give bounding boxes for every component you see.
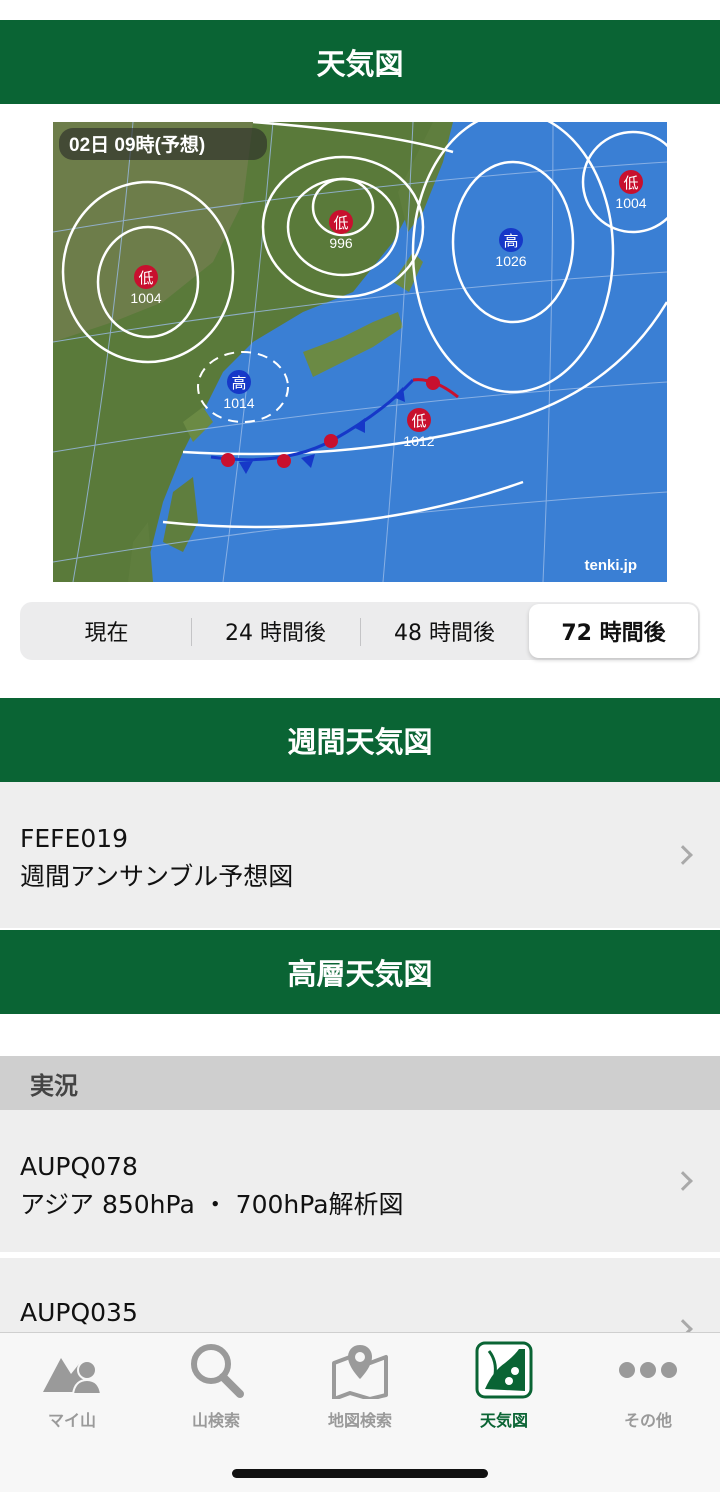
- map-watermark: tenki.jp: [584, 557, 637, 574]
- upper-air-section-header: 高層天気図: [0, 930, 720, 1014]
- segment-72h[interactable]: 72 時間後: [529, 604, 698, 658]
- pressure-kind: 高: [503, 233, 518, 250]
- map-pin-icon: [329, 1339, 391, 1401]
- section-label-observed: 実況: [0, 1056, 720, 1110]
- pressure-value: 1026: [495, 253, 526, 269]
- segment-24h[interactable]: 24 時間後: [191, 604, 360, 658]
- tab-label: 山検索: [191, 1411, 240, 1430]
- tab-my-mountain[interactable]: マイ山: [0, 1333, 144, 1433]
- pressure-value: 1012: [403, 433, 434, 449]
- weekly-section-header: 週間天気図: [0, 698, 720, 782]
- segment-now[interactable]: 現在: [22, 604, 191, 658]
- weather-map[interactable]: 低 996 低 1004 低 1004 高 1026 高 1014 低 1012…: [53, 122, 667, 582]
- page-title: 天気図: [0, 20, 720, 104]
- tab-bar: マイ山 山検索 地図検索 天気図 その他: [0, 1332, 720, 1492]
- item-code: AUPQ078: [20, 1152, 138, 1181]
- pressure-value: 1004: [615, 195, 646, 211]
- segment-48h[interactable]: 48 時間後: [360, 604, 529, 658]
- tab-weather-map[interactable]: 天気図: [432, 1333, 576, 1433]
- pressure-kind: 低: [623, 175, 638, 192]
- tab-mountain-search[interactable]: 山検索: [144, 1333, 288, 1433]
- pressure-kind: 低: [138, 270, 153, 287]
- tab-label: 天気図: [479, 1411, 528, 1430]
- list-item-aupq035[interactable]: AUPQ035: [0, 1258, 720, 1338]
- pressure-kind: 低: [411, 413, 426, 430]
- list-item-fefe019[interactable]: FEFE019 週間アンサンブル予想図: [0, 782, 720, 928]
- pressure-value: 1014: [223, 395, 254, 411]
- more-icon: [617, 1339, 679, 1401]
- item-title: 週間アンサンブル予想図: [20, 862, 294, 891]
- forecast-time-selector: 現在 24 時間後 48 時間後 72 時間後: [20, 602, 700, 660]
- item-code: FEFE019: [20, 824, 129, 853]
- tab-label: 地図検索: [327, 1411, 392, 1430]
- item-title: アジア 850hPa ・ 700hPa解析図: [20, 1190, 404, 1219]
- tab-other[interactable]: その他: [576, 1333, 720, 1433]
- item-code: AUPQ035: [20, 1298, 138, 1327]
- home-indicator[interactable]: [232, 1469, 488, 1478]
- search-icon: [185, 1339, 247, 1401]
- pressure-value: 1004: [130, 290, 161, 306]
- tab-label: その他: [623, 1411, 672, 1430]
- pressure-kind: 低: [333, 215, 348, 232]
- weather-map-icon: [473, 1339, 535, 1401]
- pressure-value: 996: [329, 235, 353, 251]
- list-item-aupq078[interactable]: AUPQ078 アジア 850hPa ・ 700hPa解析図: [0, 1110, 720, 1252]
- my-mountain-icon: [41, 1339, 103, 1401]
- map-timestamp: 02日 09時(予想): [69, 133, 205, 156]
- tab-label: マイ山: [47, 1411, 96, 1430]
- tab-map-search[interactable]: 地図検索: [288, 1333, 432, 1433]
- pressure-kind: 高: [231, 375, 246, 392]
